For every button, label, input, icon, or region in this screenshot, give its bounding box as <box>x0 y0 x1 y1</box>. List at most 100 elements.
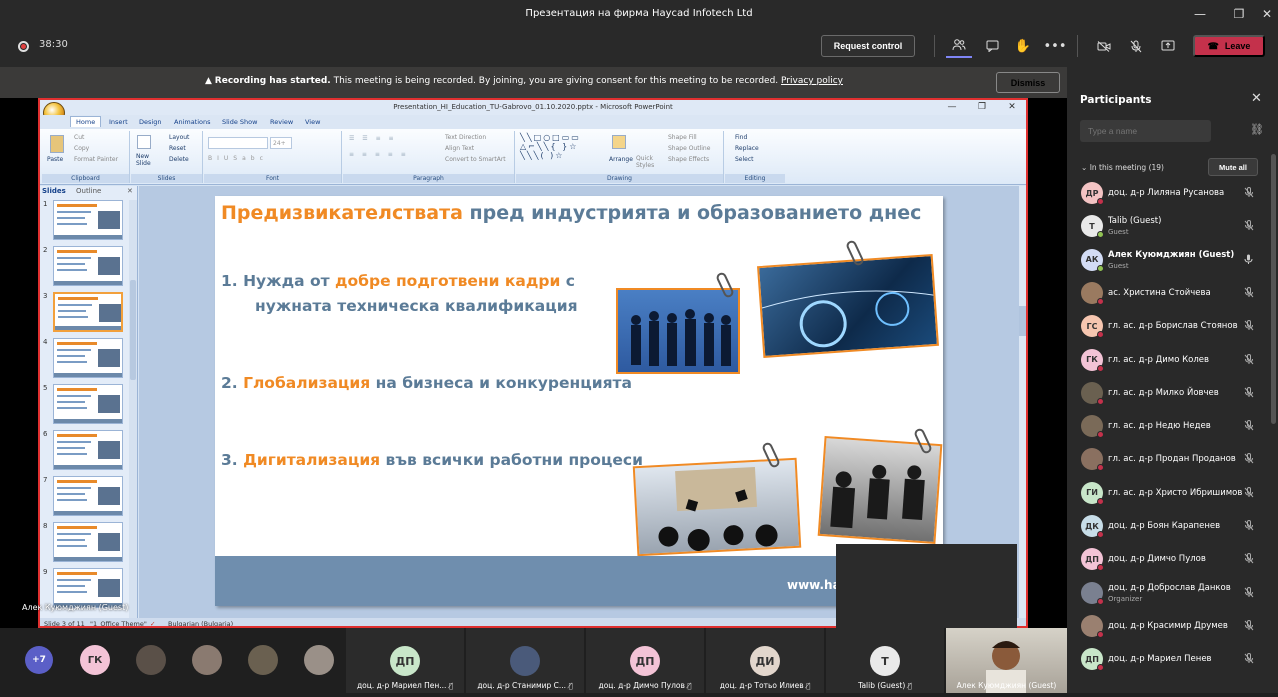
slide-thumbnail[interactable] <box>53 246 123 286</box>
font-format-buttons[interactable]: BIUSabc <box>208 155 268 162</box>
find-label[interactable]: Find <box>735 134 747 141</box>
shape-fill-label[interactable]: Shape Fill <box>668 134 697 141</box>
layout-label[interactable]: Layout <box>169 134 189 141</box>
tab-view[interactable]: View <box>305 118 320 126</box>
panel-scrollbar[interactable] <box>1271 154 1276 424</box>
mic-off-icon[interactable] <box>1244 353 1254 368</box>
slide-thumbnail[interactable] <box>53 338 123 378</box>
shape-outline-label[interactable]: Shape Outline <box>668 145 710 152</box>
participant-search-input[interactable] <box>1080 120 1211 142</box>
smartart-label[interactable]: Convert to SmartArt <box>445 156 506 163</box>
tab-insert[interactable]: Insert <box>109 118 128 126</box>
panel-close-icon[interactable]: ✕ <box>1251 91 1262 106</box>
participant-row[interactable]: доц. д-р Красимир Друмев <box>1067 611 1272 643</box>
camera-off-icon[interactable] <box>1091 34 1117 58</box>
tab-review[interactable]: Review <box>270 118 293 126</box>
select-label[interactable]: Select <box>735 156 754 163</box>
text-direction-label[interactable]: Text Direction <box>445 134 486 141</box>
mic-off-icon[interactable] <box>1244 386 1254 401</box>
more-options-icon[interactable]: ••• <box>1042 34 1068 58</box>
spellcheck-icon[interactable]: ✓ <box>150 620 155 626</box>
participant-row[interactable]: доц. д-р Доброслав Данков Organizer <box>1067 578 1272 610</box>
participant-row[interactable]: ДП доц. д-р Мариел Пенев <box>1067 644 1272 676</box>
dismiss-button[interactable]: Dismiss <box>996 72 1060 93</box>
in-meeting-header[interactable]: ⌄ In this meeting (19) <box>1081 163 1164 172</box>
mic-off-icon[interactable] <box>1244 187 1254 201</box>
mic-off-icon[interactable] <box>1123 34 1149 58</box>
participant-row[interactable]: T Talib (Guest) Guest <box>1067 211 1272 243</box>
reset-label[interactable]: Reset <box>169 145 186 152</box>
video-tile[interactable]: ДИ доц. д-р Тотьо Илиев 🎙̸ <box>706 628 824 693</box>
slide-thumbnail[interactable] <box>53 292 123 332</box>
avatar-photo[interactable] <box>192 645 222 675</box>
leave-button[interactable]: ☎ Leave <box>1193 35 1265 57</box>
font-name-box[interactable] <box>208 137 268 149</box>
minimize-icon[interactable]: — <box>1180 0 1220 27</box>
mic-off-icon[interactable] <box>1244 453 1254 467</box>
arrange-icon[interactable] <box>612 135 626 149</box>
participant-row[interactable]: гл. ас. д-р Недю Недев <box>1067 411 1272 443</box>
participant-row[interactable]: ГК гл. ас. д-р Димо Колев <box>1067 345 1272 377</box>
pane-tab-outline[interactable]: Outline <box>76 187 101 195</box>
request-control-button[interactable]: Request control <box>821 35 915 57</box>
format-painter-label[interactable]: Format Painter <box>74 156 118 163</box>
ppt-minimize-icon[interactable]: — <box>942 100 962 115</box>
mic-off-icon[interactable] <box>1244 320 1254 334</box>
delete-label[interactable]: Delete <box>169 156 189 163</box>
quick-styles-label[interactable]: Quick Styles <box>636 155 658 169</box>
copy-label[interactable]: Copy <box>74 145 89 152</box>
new-slide-label[interactable]: New Slide <box>136 153 156 167</box>
avatar[interactable]: ГК <box>80 645 110 675</box>
tab-home[interactable]: Home <box>70 116 102 127</box>
participant-row[interactable]: гл. ас. д-р Продан Проданов <box>1067 444 1272 476</box>
mic-off-icon[interactable] <box>1244 586 1254 601</box>
chat-icon[interactable] <box>979 34 1005 58</box>
pane-close-icon[interactable]: ✕ <box>127 187 133 195</box>
participants-icon[interactable] <box>946 34 972 58</box>
participant-row[interactable]: ГИ гл. ас. д-р Христо Ибришимов <box>1067 478 1272 510</box>
mic-off-icon[interactable] <box>1244 553 1254 567</box>
mic-off-icon[interactable] <box>1244 220 1254 234</box>
participant-row[interactable]: АК Алек Куюмджиян (Guest) Guest <box>1067 245 1272 277</box>
cut-label[interactable]: Cut <box>74 134 84 141</box>
align-buttons[interactable]: ≡ ≡ ≡ ≡ ≡ <box>349 151 409 158</box>
current-slide[interactable]: Предизвикателствата пред индустрията и о… <box>215 196 943 606</box>
close-icon[interactable]: ✕ <box>1247 0 1278 27</box>
avatar-photo[interactable] <box>248 645 278 675</box>
mic-off-icon[interactable] <box>1244 619 1254 634</box>
paste-icon[interactable] <box>50 135 64 153</box>
participant-row[interactable]: ДР доц. д-р Лиляна Русанова <box>1067 178 1272 210</box>
participant-row[interactable]: ас. Христина Стойчева <box>1067 278 1272 310</box>
replace-label[interactable]: Replace <box>735 145 759 152</box>
font-size-box[interactable]: 24+ <box>270 137 292 149</box>
shapes-gallery[interactable]: ╲╲□○□▭▭ △⌐╲╲{ }☆ ╲╲╲( )☆ <box>520 133 581 160</box>
editor-scrollbar[interactable] <box>1019 186 1026 618</box>
slide-thumbnail[interactable] <box>53 384 123 424</box>
shape-effects-label[interactable]: Shape Effects <box>668 156 709 163</box>
tab-slide-show[interactable]: Slide Show <box>222 118 257 126</box>
mic-off-icon[interactable] <box>1244 520 1254 534</box>
participant-row[interactable]: ДП доц. д-р Димчо Пулов <box>1067 544 1272 576</box>
avatar-photo[interactable] <box>304 645 334 675</box>
ppt-maximize-icon[interactable]: ❐ <box>972 100 992 115</box>
pane-tab-slides[interactable]: Slides <box>42 187 66 195</box>
arrange-label[interactable]: Arrange <box>609 156 633 163</box>
mic-off-icon[interactable] <box>1244 653 1254 667</box>
more-participants-badge[interactable]: +7 <box>25 646 53 674</box>
raise-hand-icon[interactable]: ✋ <box>1010 34 1036 58</box>
list-buttons[interactable]: ☰ ☰ ≡ ≡ <box>349 135 397 142</box>
share-screen-icon[interactable] <box>1155 34 1181 58</box>
video-tile[interactable]: ДП доц. д-р Мариел Пен... 🎙̸ <box>346 628 464 693</box>
video-tile[interactable]: доц. д-р Станимир С... 🎙̸ <box>466 628 584 693</box>
slide-thumbnail[interactable] <box>53 522 123 562</box>
tab-animations[interactable]: Animations <box>174 118 211 126</box>
slide-thumbnail[interactable] <box>53 568 123 608</box>
participant-row[interactable]: ДК доц. д-р Боян Карапенев <box>1067 511 1272 543</box>
paste-label[interactable]: Paste <box>47 156 63 163</box>
ppt-close-icon[interactable]: ✕ <box>1002 100 1022 115</box>
mic-on-icon[interactable] <box>1244 254 1253 268</box>
participant-row[interactable]: гл. ас. д-р Милко Йовчев <box>1067 378 1272 410</box>
pane-scrollbar[interactable] <box>129 200 137 618</box>
avatar-photo[interactable] <box>136 645 166 675</box>
privacy-policy-link[interactable]: Privacy policy <box>781 76 843 86</box>
